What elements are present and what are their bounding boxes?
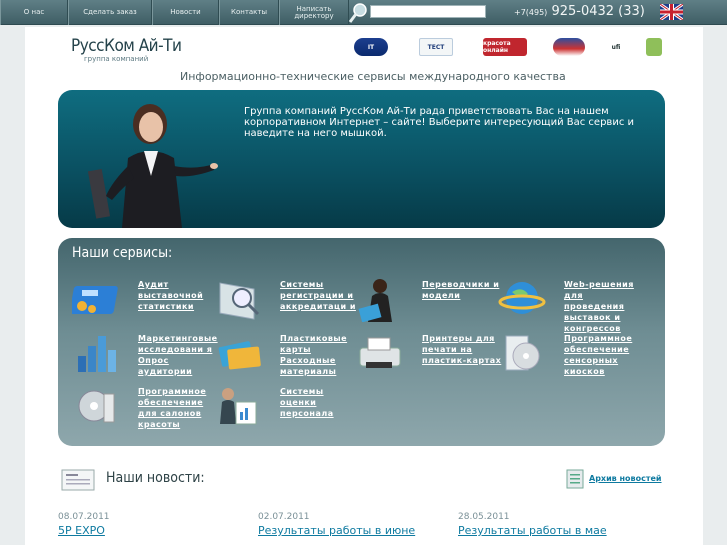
service-marketing[interactable]: Маркетинговые исследовани я Опрос аудито… bbox=[138, 333, 218, 377]
nav-write-director[interactable]: Написать директору bbox=[279, 0, 349, 25]
software-box-icon[interactable] bbox=[498, 330, 550, 376]
welcome-text: Группа компаний РуссКом Ай-Ти рада приве… bbox=[244, 106, 634, 139]
nav-order[interactable]: Сделать заказ bbox=[68, 0, 152, 25]
service-printers[interactable]: Принтеры для печати на пластик-картах bbox=[422, 333, 502, 366]
logo-subtitle: группа компаний bbox=[84, 55, 149, 63]
tagline: Информационно-технические сервисы междун… bbox=[180, 70, 566, 83]
bar-chart-icon[interactable] bbox=[72, 330, 124, 376]
search-input[interactable] bbox=[370, 5, 486, 18]
cards-icon[interactable] bbox=[214, 330, 266, 376]
service-registration[interactable]: Системы регистрации и аккредитаци и bbox=[280, 279, 360, 312]
printer-icon[interactable] bbox=[356, 330, 408, 376]
person-icon[interactable] bbox=[356, 276, 408, 322]
top-navigation: О нас Сделать заказ Новости Контакты Нап… bbox=[0, 0, 727, 25]
news-link[interactable]: Результаты работы в мае bbox=[458, 524, 607, 537]
services-panel: Наши сервисы: Аудит выставочной статисти… bbox=[58, 238, 665, 446]
globe-icon[interactable] bbox=[498, 276, 550, 322]
calculator-icon[interactable] bbox=[72, 276, 124, 322]
service-salon-software[interactable]: Программное обеспечение для салонов крас… bbox=[138, 386, 218, 430]
search-icon[interactable] bbox=[348, 2, 368, 24]
service-web-solutions[interactable]: Web-решения для проведения выставок и ко… bbox=[564, 279, 644, 334]
cd-icon[interactable] bbox=[72, 384, 124, 430]
phone-prefix: +7(495) bbox=[514, 8, 548, 17]
uk-flag-icon[interactable] bbox=[660, 4, 683, 20]
news-link[interactable]: Результаты работы в июне bbox=[258, 524, 415, 537]
service-plastic-cards[interactable]: Пластиковые карты Расходные материалы bbox=[280, 333, 360, 377]
businesswoman-image bbox=[88, 104, 218, 228]
search-box bbox=[348, 2, 493, 24]
service-kiosk-software[interactable]: Программное обеспечение сенсорных киоско… bbox=[564, 333, 644, 377]
news-date: 28.05.2011 bbox=[458, 512, 510, 522]
archive-icon[interactable] bbox=[566, 469, 584, 489]
partner-logo-test[interactable]: ТЕСТ bbox=[419, 38, 453, 56]
scanner-icon[interactable] bbox=[214, 276, 266, 322]
news-title: Наши новости: bbox=[106, 470, 205, 486]
staff-icon[interactable] bbox=[214, 384, 266, 430]
news-date: 08.07.2011 bbox=[58, 512, 110, 522]
partner-logo-ufi[interactable]: ufi bbox=[608, 38, 624, 56]
nav-news[interactable]: Новости bbox=[152, 0, 219, 25]
partner-logo-it[interactable]: IT bbox=[354, 38, 388, 56]
news-link[interactable]: 5P EXPO bbox=[58, 524, 105, 537]
partner-logo-beauty[interactable]: красота онлайн bbox=[483, 38, 527, 56]
partner-logo-expo[interactable] bbox=[553, 38, 585, 56]
services-title: Наши сервисы: bbox=[72, 245, 173, 261]
phone-digits: 925-0432 (33) bbox=[551, 4, 645, 19]
welcome-banner: Группа компаний РуссКом Ай-Ти рада приве… bbox=[58, 90, 665, 228]
nav-about[interactable]: О нас bbox=[0, 0, 68, 25]
newspaper-icon bbox=[61, 469, 95, 491]
partner-logo-green[interactable] bbox=[646, 38, 662, 56]
service-staff-evaluation[interactable]: Системы оценки персонала bbox=[280, 386, 360, 419]
news-archive-link[interactable]: Архив новостей bbox=[589, 474, 662, 483]
service-translators[interactable]: Переводчики и модели bbox=[422, 279, 502, 301]
logo-title[interactable]: РуссКом Ай-Ти bbox=[71, 36, 182, 56]
nav-contacts[interactable]: Контакты bbox=[219, 0, 279, 25]
news-date: 02.07.2011 bbox=[258, 512, 310, 522]
service-audit[interactable]: Аудит выставочной статистики bbox=[138, 279, 218, 312]
phone-number: +7(495) 925-0432 (33) bbox=[514, 2, 645, 22]
